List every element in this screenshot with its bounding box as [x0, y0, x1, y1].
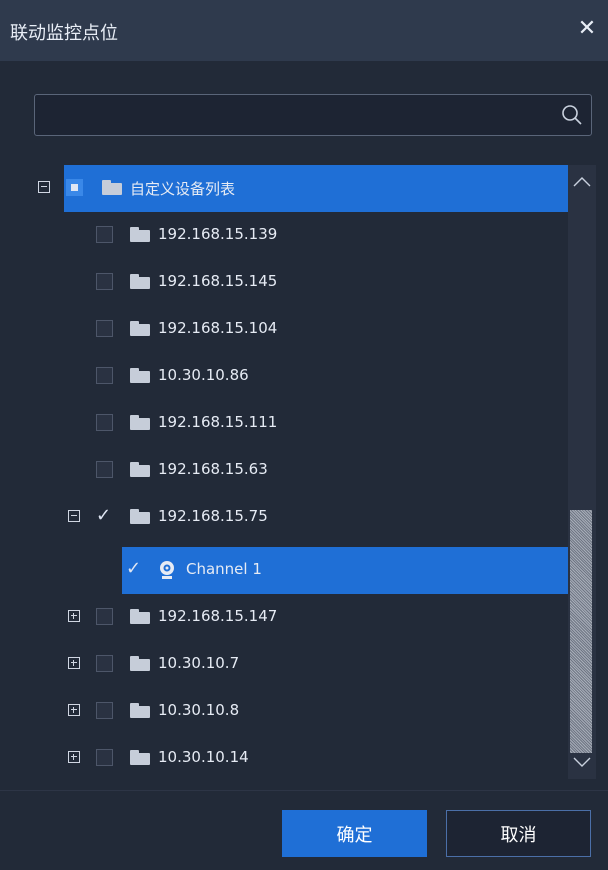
folder-icon [102, 180, 122, 195]
checkbox[interactable] [96, 273, 113, 290]
expand-icon[interactable] [68, 751, 80, 763]
tree-label: 192.168.15.63 [158, 460, 268, 478]
checkbox[interactable] [96, 655, 113, 672]
checkbox-checked[interactable]: ✓ [96, 506, 111, 526]
checkbox[interactable] [96, 749, 113, 766]
tree-row-root[interactable]: 自定义设备列表 [22, 165, 568, 212]
tree-label: 10.30.10.8 [158, 701, 240, 719]
tree-label: 10.30.10.7 [158, 654, 240, 672]
checkbox-checked[interactable]: ✓ [126, 559, 141, 579]
folder-icon [130, 750, 150, 765]
tree-label: 192.168.15.111 [158, 413, 278, 431]
folder-icon [130, 321, 150, 336]
expand-icon[interactable] [68, 610, 80, 622]
search-box [34, 94, 592, 136]
folder-icon [130, 609, 150, 624]
folder-icon [130, 509, 150, 524]
tree-label: 10.30.10.86 [158, 366, 249, 384]
checkbox[interactable] [96, 702, 113, 719]
cancel-button[interactable]: 取消 [446, 810, 591, 857]
dialog: 联动监控点位 ✕ 自定义设备列表 192.168.15.139 192.168.… [0, 0, 608, 870]
checkbox[interactable] [96, 461, 113, 478]
tree-row[interactable]: 192.168.15.104 [22, 306, 568, 353]
checkbox[interactable] [96, 320, 113, 337]
folder-icon [130, 227, 150, 242]
scrollbar[interactable] [568, 165, 596, 779]
tree-row[interactable]: 10.30.10.14 [22, 735, 568, 779]
scrollbar-thumb[interactable] [570, 510, 592, 753]
checkbox-root[interactable] [66, 179, 83, 196]
collapse-icon[interactable] [38, 181, 50, 193]
tree-row[interactable]: 192.168.15.147 [22, 594, 568, 641]
tree-row[interactable]: 10.30.10.7 [22, 641, 568, 688]
tree-row[interactable]: 192.168.15.63 [22, 447, 568, 494]
folder-icon [130, 656, 150, 671]
tree-label: 192.168.15.139 [158, 225, 278, 243]
tree-label: Channel 1 [186, 560, 262, 578]
tree-label: 192.168.15.104 [158, 319, 278, 337]
tree-row[interactable]: 192.168.15.139 [22, 212, 568, 259]
expand-icon[interactable] [68, 704, 80, 716]
checkbox[interactable] [96, 367, 113, 384]
dialog-title: 联动监控点位 [10, 23, 118, 44]
tree-row-channel[interactable]: ✓ Channel 1 [22, 547, 568, 594]
scroll-up-icon[interactable] [568, 171, 596, 193]
folder-icon [130, 368, 150, 383]
tree-label: 192.168.15.145 [158, 272, 278, 290]
close-icon[interactable]: ✕ [572, 14, 602, 44]
tree-row[interactable]: ✓ 192.168.15.75 [22, 494, 568, 541]
confirm-button[interactable]: 确定 [282, 810, 427, 857]
search-icon[interactable] [561, 104, 583, 126]
scroll-down-icon[interactable] [568, 751, 596, 773]
checkbox[interactable] [96, 414, 113, 431]
folder-icon [130, 415, 150, 430]
tree-row[interactable]: 192.168.15.111 [22, 400, 568, 447]
folder-icon [130, 274, 150, 289]
folder-icon [130, 462, 150, 477]
tree-label: 10.30.10.14 [158, 748, 249, 766]
tree-label: 192.168.15.75 [158, 507, 268, 525]
tree-label: 192.168.15.147 [158, 607, 278, 625]
collapse-icon[interactable] [68, 510, 80, 522]
tree-row[interactable]: 192.168.15.145 [22, 259, 568, 306]
device-tree: 自定义设备列表 192.168.15.139 192.168.15.145 19… [22, 165, 568, 779]
tree-label-root: 自定义设备列表 [130, 180, 236, 198]
tree-row[interactable]: 10.30.10.8 [22, 688, 568, 735]
camera-icon [160, 561, 174, 579]
title-bar: 联动监控点位 ✕ [0, 0, 608, 61]
checkbox[interactable] [96, 226, 113, 243]
footer-divider [0, 790, 608, 791]
folder-icon [130, 703, 150, 718]
checkbox[interactable] [96, 608, 113, 625]
expand-icon[interactable] [68, 657, 80, 669]
tree-row[interactable]: 10.30.10.86 [22, 353, 568, 400]
search-input[interactable] [43, 103, 547, 129]
